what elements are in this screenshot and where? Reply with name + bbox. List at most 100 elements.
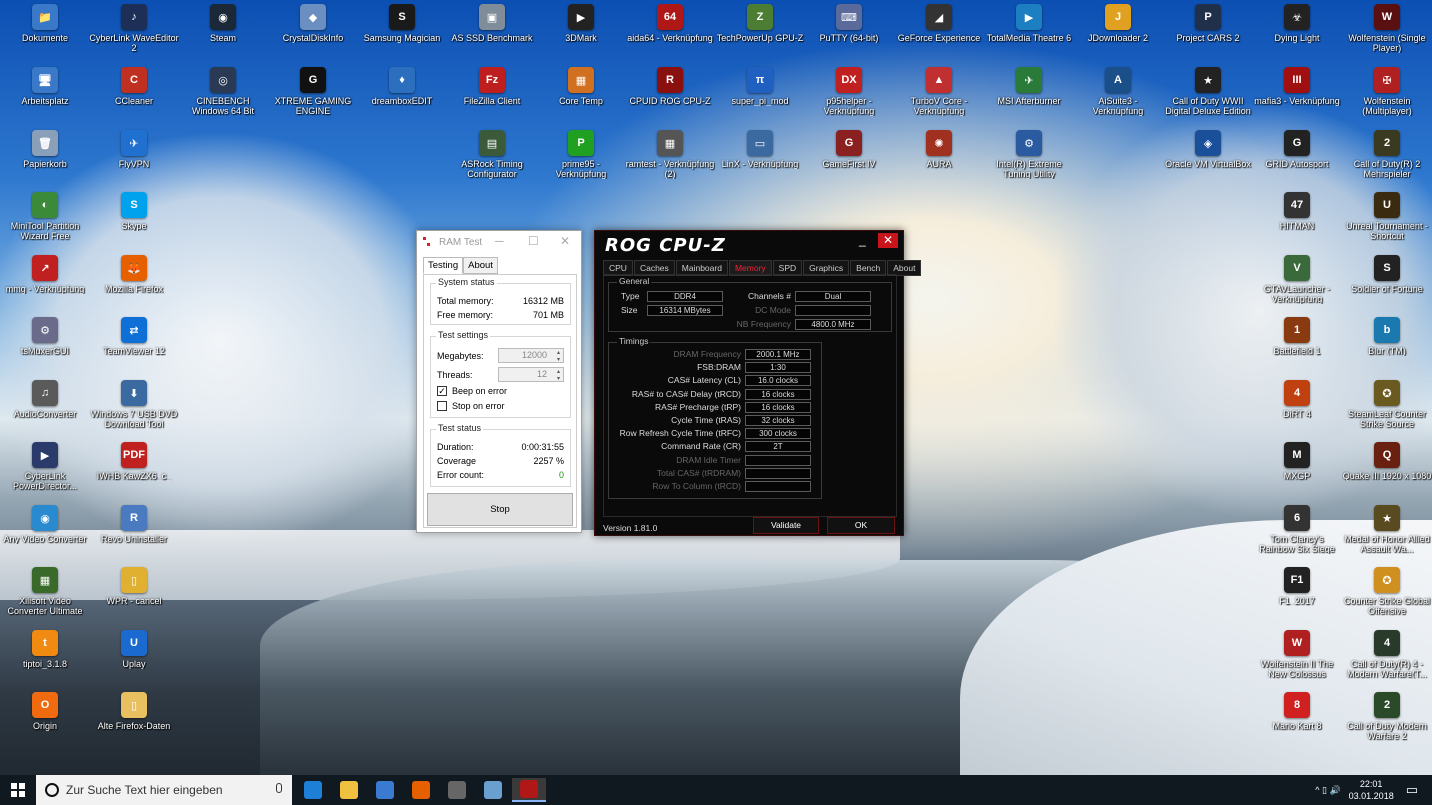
minimize-icon[interactable]: _	[859, 233, 866, 247]
desktop-icon[interactable]: ▭ LinX - Verknüpfung	[715, 130, 805, 190]
validate-button[interactable]: Validate	[753, 517, 819, 534]
desktop-icon[interactable]: 📁 Dokumente	[0, 4, 90, 64]
taskbar-app-file-explorer[interactable]	[332, 778, 366, 802]
desktop-icon[interactable]: ↗ mmg - Verknüpfung	[0, 255, 90, 315]
desktop-icon[interactable]: F1 F1_2017	[1252, 567, 1342, 627]
desktop-icon[interactable]: ▦ Core Temp	[536, 67, 626, 127]
desktop-icon[interactable]: 64 aida64 - Verknüpfung	[625, 4, 715, 64]
desktop-icon[interactable]: ▶ TotalMedia Theatre 6	[984, 4, 1074, 64]
desktop-icon[interactable]: π super_pi_mod	[715, 67, 805, 127]
desktop-icon[interactable]: O Origin	[0, 692, 90, 752]
desktop-icon[interactable]: ⇄ TeamViewer 12	[89, 317, 179, 377]
taskbar-app-notepad[interactable]	[476, 778, 510, 802]
taskbar-app-ramtest[interactable]	[440, 778, 474, 802]
desktop-icon[interactable]: PDF IWHB KawZX6_c_	[89, 442, 179, 502]
desktop-icon[interactable]: 🗑 Papierkorb	[0, 130, 90, 190]
desktop-icon[interactable]: ⚙ Intel(R) Extreme Tuning Utility	[984, 130, 1074, 190]
desktop-icon[interactable]: ▶ CyberLink PowerDirector...	[0, 442, 90, 502]
desktop-icon[interactable]: ◈ Oracle VM VirtualBox	[1163, 130, 1253, 190]
megabytes-stepper[interactable]: 12000	[498, 348, 564, 363]
taskbar-app-store[interactable]	[368, 778, 402, 802]
desktop-icon[interactable]: 🦊 Mozilla Firefox	[89, 255, 179, 315]
desktop-icon[interactable]: A AiSuite3 - Verknüpfung	[1073, 67, 1163, 127]
start-button[interactable]	[0, 775, 36, 805]
desktop-icon[interactable]: V GTAVLauncher - Verknüpfung	[1252, 255, 1342, 315]
desktop-icon[interactable]: 8 Mario Kart 8	[1252, 692, 1342, 752]
desktop-icon[interactable]: DX p95helper - Verknüpfung	[804, 67, 894, 127]
desktop-icon[interactable]: ▯ Alte Firefox-Daten	[89, 692, 179, 752]
desktop-icon[interactable]: G GRID Autosport	[1252, 130, 1342, 190]
ok-button[interactable]: OK	[827, 517, 895, 534]
desktop-icon[interactable]: ▯ WPR - cancel	[89, 567, 179, 627]
desktop-icon[interactable]: Pprime95 - Verknüpfung	[536, 130, 626, 190]
taskbar-search-box[interactable]: Zur Suche Text hier eingeben	[36, 775, 292, 805]
ramtest-titlebar[interactable]: RAM Test ─ ☐ ✕	[417, 231, 581, 253]
desktop-icon[interactable]: 2 Call of Duty Modern Warfare 2	[1342, 692, 1432, 752]
minimize-icon[interactable]: ─	[495, 234, 504, 248]
desktop-icon[interactable]: ▣ AS SSD Benchmark	[447, 4, 537, 64]
desktop-icon[interactable]: ✠ Wolfenstein (Multiplayer)	[1342, 67, 1432, 127]
tab-about[interactable]: About	[463, 257, 498, 274]
desktop-icon[interactable]: M MXGP	[1252, 442, 1342, 502]
desktop-icon[interactable]: R CPUID ROG CPU-Z	[625, 67, 715, 127]
clock[interactable]: 22:01 03.01.2018	[1349, 778, 1394, 802]
microphone-icon[interactable]	[276, 783, 282, 793]
desktop-icon[interactable]: ◐ MiniTool Partition Wizard Free	[0, 192, 90, 252]
stop-button[interactable]: Stop	[427, 493, 573, 526]
desktop-icon[interactable]: ✈ MSI Afterburner	[984, 67, 1074, 127]
desktop-icon[interactable]: ★ Call of Duty WWII Digital Deluxe Editio…	[1163, 67, 1253, 127]
threads-stepper[interactable]: 12	[498, 367, 564, 382]
desktop-icon[interactable]: ▲ TurboV Core - Verknüpfung	[894, 67, 984, 127]
desktop-icon[interactable]: Z TechPowerUp GPU-Z	[715, 4, 805, 64]
desktop-icon[interactable]: ◉ Any Video Converter	[0, 505, 90, 565]
taskbar-app-firefox[interactable]	[404, 778, 438, 802]
close-icon[interactable]: ✕	[560, 234, 570, 248]
desktop-icon[interactable]: ⚙ tsMuxerGUI	[0, 317, 90, 377]
desktop-icon[interactable]: C CCleaner	[89, 67, 179, 127]
desktop-icon[interactable]: ♪ CyberLink WaveEditor 2	[89, 4, 179, 64]
desktop-icon[interactable]: ▶ 3DMark	[536, 4, 626, 64]
desktop-icon[interactable]: ⌨ PuTTY (64-bit)	[804, 4, 894, 64]
desktop-icon[interactable]: ⬇ Windows 7 USB DVD Download Tool	[89, 380, 179, 440]
stop-on-error-checkbox[interactable]: Stop on error	[437, 401, 505, 411]
desktop-icon[interactable]: ▦ Xilisoft Video Converter Ultimate	[0, 567, 90, 627]
desktop-icon[interactable]: ▦ ramtest - Verknüpfung (2)	[625, 130, 715, 190]
desktop-icon[interactable]: ◆ CrystalDiskInfo	[268, 4, 358, 64]
tab-testing[interactable]: Testing	[423, 257, 464, 274]
desktop-icon[interactable]: G GameFirst IV	[804, 130, 894, 190]
taskbar-app-edge[interactable]	[296, 778, 330, 802]
desktop-icon[interactable]: W Wolfenstein II The New Colossus	[1252, 630, 1342, 690]
desktop-icon[interactable]: ▤ ASRock Timing Configurator	[447, 130, 537, 190]
desktop-icon[interactable]: U Unreal Tournament - Shortcut	[1342, 192, 1432, 252]
close-icon[interactable]: ✕	[878, 233, 898, 248]
desktop-icon[interactable]: ◢ GeForce Experience	[894, 4, 984, 64]
desktop-icon[interactable]: ★ Medal of Honor Allied Assault Wa...	[1342, 505, 1432, 565]
desktop-icon[interactable]: G XTREME GAMING ENGINE	[268, 67, 358, 127]
desktop-icon[interactable]: ☣ Dying Light	[1252, 4, 1342, 64]
desktop-icon[interactable]: P Project CARS 2	[1163, 4, 1253, 64]
desktop-icon[interactable]: 4 Call of Duty(R) 4 - Modern Warfare(T...	[1342, 630, 1432, 690]
desktop-icon[interactable]: ✪ Counter Strike Global Offensive	[1342, 567, 1432, 627]
desktop-icon[interactable]: J JDownloader 2	[1073, 4, 1163, 64]
desktop-icon[interactable]: 47 HITMAN	[1252, 192, 1342, 252]
desktop-icon[interactable]: t tiptoi_3.1.8	[0, 630, 90, 690]
taskbar-app-rog-cpuz[interactable]	[512, 778, 546, 802]
desktop-icon[interactable]: III mafia3 - Verknüpfung	[1252, 67, 1342, 127]
desktop-icon[interactable]: W Wolfenstein (Single Player)	[1342, 4, 1432, 64]
desktop-icon[interactable]: ✈ FlyVPN	[89, 130, 179, 190]
desktop-icon[interactable]: ◉ Steam	[178, 4, 268, 64]
desktop-icon[interactable]: 1 Battlefield 1	[1252, 317, 1342, 377]
desktop-icon[interactable]: 🖥 Arbeitsplatz	[0, 67, 90, 127]
desktop-icon[interactable]: 6 Tom Clancy's Rainbow Six Siege	[1252, 505, 1342, 565]
desktop-icon[interactable]: ♫ AudioConverter	[0, 380, 90, 440]
desktop-icon[interactable]: U Uplay	[89, 630, 179, 690]
desktop-icon[interactable]: 4 DiRT 4	[1252, 380, 1342, 440]
desktop-icon[interactable]: S Samsung Magician	[357, 4, 447, 64]
desktop-icon[interactable]: S Skype	[89, 192, 179, 252]
desktop-icon[interactable]: Q Quake III 1920 x 1080	[1342, 442, 1432, 502]
beep-on-error-checkbox[interactable]: ✓ Beep on error	[437, 386, 507, 396]
desktop-icon[interactable]: S Soldier of Fortune	[1342, 255, 1432, 315]
desktop-icon[interactable]: Fz FileZilla Client	[447, 67, 537, 127]
desktop-icon[interactable]: ◎ CINEBENCH Windows 64 Bit	[178, 67, 268, 127]
desktop-icon[interactable]: b Blur (TM)	[1342, 317, 1432, 377]
